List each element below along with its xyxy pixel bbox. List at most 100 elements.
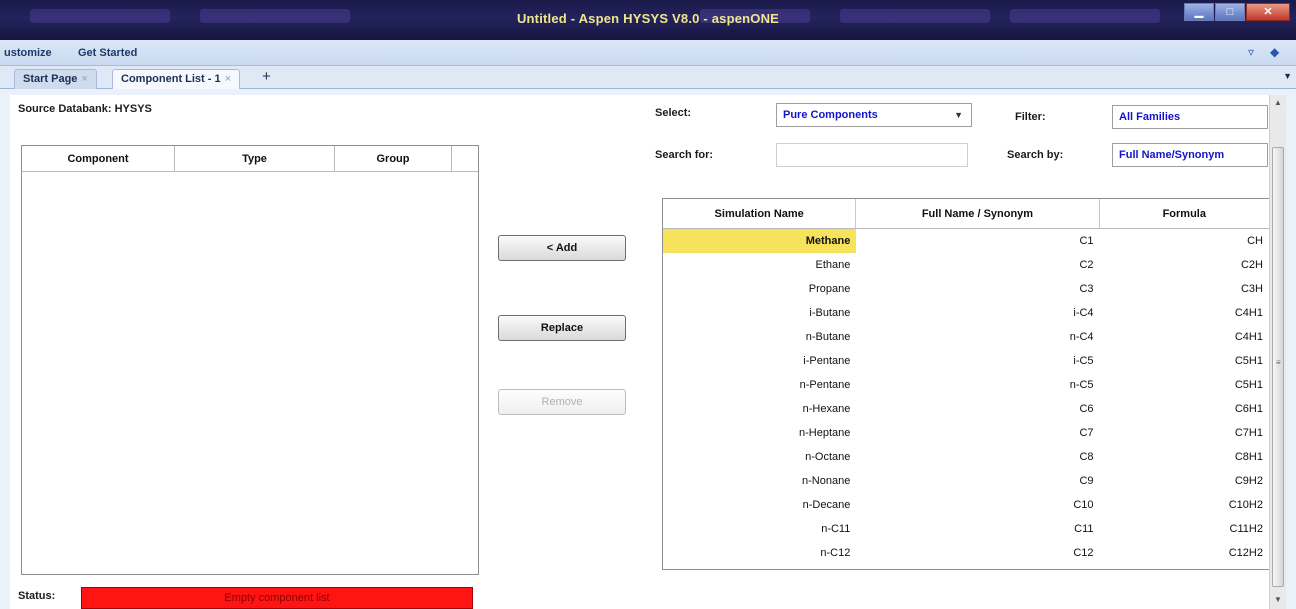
- synonym-cell: C9: [1079, 475, 1094, 487]
- table-row[interactable]: i-Pentane i-C5 C5H1: [663, 349, 1269, 373]
- window-controls: ▁ □ ✕: [1184, 3, 1290, 21]
- table-row[interactable]: Methane C1 CH: [663, 229, 1269, 253]
- synonym-cell: C6: [1079, 403, 1094, 415]
- synonym-cell: i-C4: [1073, 307, 1094, 319]
- simulation-name-cell: n-Decane: [802, 499, 851, 511]
- ribbon-tab-get-started[interactable]: Get Started: [78, 47, 137, 59]
- synonym-cell: C8: [1079, 451, 1094, 463]
- selected-components-grid[interactable]: Component Type Group: [21, 145, 479, 575]
- simulation-name-cell: Ethane: [815, 259, 851, 271]
- synonym-cell: C3: [1079, 283, 1094, 295]
- synonym-cell: C7: [1079, 427, 1094, 439]
- chevron-down-icon: ▼: [954, 110, 963, 120]
- formula-cell: CH: [1247, 235, 1263, 247]
- simulation-name-cell: Methane: [663, 229, 857, 253]
- synonym-cell: C2: [1079, 259, 1094, 271]
- close-tab-icon[interactable]: ×: [225, 73, 231, 85]
- column-header-type[interactable]: Type: [175, 146, 335, 171]
- synonym-cell: C12: [1073, 547, 1094, 559]
- synonym-cell: C10: [1073, 499, 1094, 511]
- table-row[interactable]: n-C12 C12 C12H2: [663, 541, 1269, 565]
- table-row[interactable]: n-Butane n-C4 C4H1: [663, 325, 1269, 349]
- tab-label: Start Page: [23, 73, 78, 85]
- synonym-cell: n-C5: [1069, 379, 1094, 391]
- synonym-cell: n-C4: [1069, 331, 1094, 343]
- status-label: Status:: [18, 590, 56, 602]
- simulation-name-cell: n-Hexane: [802, 403, 851, 415]
- formula-cell: C8H1: [1234, 451, 1263, 463]
- ribbon: ustomize Get Started ▿ ◆: [0, 40, 1296, 66]
- simulation-name-cell: Propane: [808, 283, 851, 295]
- table-row[interactable]: n-Pentane n-C5 C5H1: [663, 373, 1269, 397]
- close-icon[interactable]: ✕: [1246, 3, 1290, 21]
- tab-overflow-icon[interactable]: ▼: [1283, 71, 1292, 81]
- table-row[interactable]: n-Nonane C9 C9H2: [663, 469, 1269, 493]
- scroll-up-icon[interactable]: ▲: [1270, 95, 1286, 111]
- tab-label: Component List - 1: [121, 73, 221, 85]
- column-header-formula[interactable]: Formula: [1100, 199, 1269, 228]
- replace-button[interactable]: Replace: [498, 315, 626, 341]
- simulation-name-cell: i-Butane: [809, 307, 851, 319]
- filter-dropdown[interactable]: All Families: [1112, 105, 1268, 129]
- scroll-down-icon[interactable]: ▼: [1270, 592, 1286, 608]
- maximize-icon[interactable]: □: [1215, 3, 1245, 21]
- simulation-name-cell: i-Pentane: [803, 355, 851, 367]
- simulation-name-cell: n-Nonane: [802, 475, 851, 487]
- scroll-thumb[interactable]: ≡: [1272, 147, 1284, 587]
- formula-cell: C5H1: [1234, 379, 1263, 391]
- remove-button[interactable]: Remove: [498, 389, 626, 415]
- window-title: Untitled - Aspen HYSYS V8.0 - aspenONE: [516, 11, 780, 26]
- grid-body: Methane C1 CH Ethane C2 C2H Propane C3 C3H i-Buta…: [663, 229, 1269, 565]
- simulation-name-cell: n-Butane: [805, 331, 851, 343]
- simulation-name-cell: n-Pentane: [799, 379, 851, 391]
- simulation-name-cell: n-Heptane: [798, 427, 851, 439]
- table-row[interactable]: n-Heptane C7 C7H1: [663, 421, 1269, 445]
- select-dropdown[interactable]: Pure Components ▼: [776, 103, 972, 127]
- grid-header: Component Type Group: [22, 146, 478, 172]
- tab-start-page[interactable]: Start Page ×: [14, 69, 97, 89]
- title-bar: Untitled - Aspen HYSYS V8.0 - aspenONE ▁…: [0, 0, 1296, 40]
- table-row[interactable]: i-Butane i-C4 C4H1: [663, 301, 1269, 325]
- grid-header: Simulation Name Full Name / Synonym Form…: [663, 199, 1269, 229]
- table-row[interactable]: Propane C3 C3H: [663, 277, 1269, 301]
- table-row[interactable]: n-Octane C8 C8H1: [663, 445, 1269, 469]
- column-header-group[interactable]: Group: [335, 146, 452, 171]
- formula-cell: C6H1: [1234, 403, 1263, 415]
- search-by-dropdown[interactable]: Full Name/Synonym: [1112, 143, 1268, 167]
- add-button[interactable]: < Add: [498, 235, 626, 261]
- column-header-component[interactable]: Component: [22, 146, 175, 171]
- formula-cell: C11H2: [1229, 523, 1263, 535]
- document-tab-strip: Start Page × Component List - 1 × + ▼: [0, 66, 1296, 89]
- table-row[interactable]: n-Hexane C6 C6H1: [663, 397, 1269, 421]
- formula-cell: C2H: [1240, 259, 1263, 271]
- simulation-name-cell: n-C11: [821, 523, 851, 535]
- column-header-simulation-name[interactable]: Simulation Name: [663, 199, 857, 228]
- status-indicator: Empty component list: [81, 587, 473, 609]
- tab-component-list[interactable]: Component List - 1 ×: [112, 69, 241, 89]
- vertical-scrollbar[interactable]: ▲ ≡ ▼: [1269, 95, 1286, 609]
- formula-cell: C5H1: [1234, 355, 1263, 367]
- synonym-cell: i-C5: [1073, 355, 1094, 367]
- formula-cell: C3H: [1240, 283, 1263, 295]
- search-by-value: Full Name/Synonym: [1119, 149, 1225, 161]
- table-row[interactable]: n-C11 C11 C11H2: [663, 517, 1269, 541]
- minimize-icon[interactable]: ▁: [1184, 3, 1214, 21]
- close-tab-icon[interactable]: ×: [81, 73, 87, 85]
- formula-cell: C9H2: [1234, 475, 1263, 487]
- table-row[interactable]: Ethane C2 C2H: [663, 253, 1269, 277]
- collapse-ribbon-icon[interactable]: ▿: [1248, 45, 1254, 59]
- formula-cell: C10H2: [1228, 499, 1263, 511]
- ribbon-tab-customize[interactable]: ustomize: [4, 47, 52, 59]
- search-for-label: Search for:: [655, 149, 714, 161]
- help-icon[interactable]: ◆: [1270, 45, 1279, 59]
- column-header-full-name[interactable]: Full Name / Synonym: [856, 199, 1100, 228]
- simulation-name-cell: n-Octane: [805, 451, 851, 463]
- add-tab-icon[interactable]: +: [262, 68, 271, 85]
- filter-value: All Families: [1119, 111, 1181, 123]
- available-components-grid[interactable]: Simulation Name Full Name / Synonym Form…: [662, 198, 1270, 570]
- component-list-form: Source Databank: HYSYS Component Type Gr…: [10, 95, 1286, 609]
- search-input[interactable]: [776, 143, 968, 167]
- table-row[interactable]: n-Decane C10 C10H2: [663, 493, 1269, 517]
- simulation-name-cell: n-C12: [820, 547, 851, 559]
- formula-cell: C4H1: [1234, 307, 1263, 319]
